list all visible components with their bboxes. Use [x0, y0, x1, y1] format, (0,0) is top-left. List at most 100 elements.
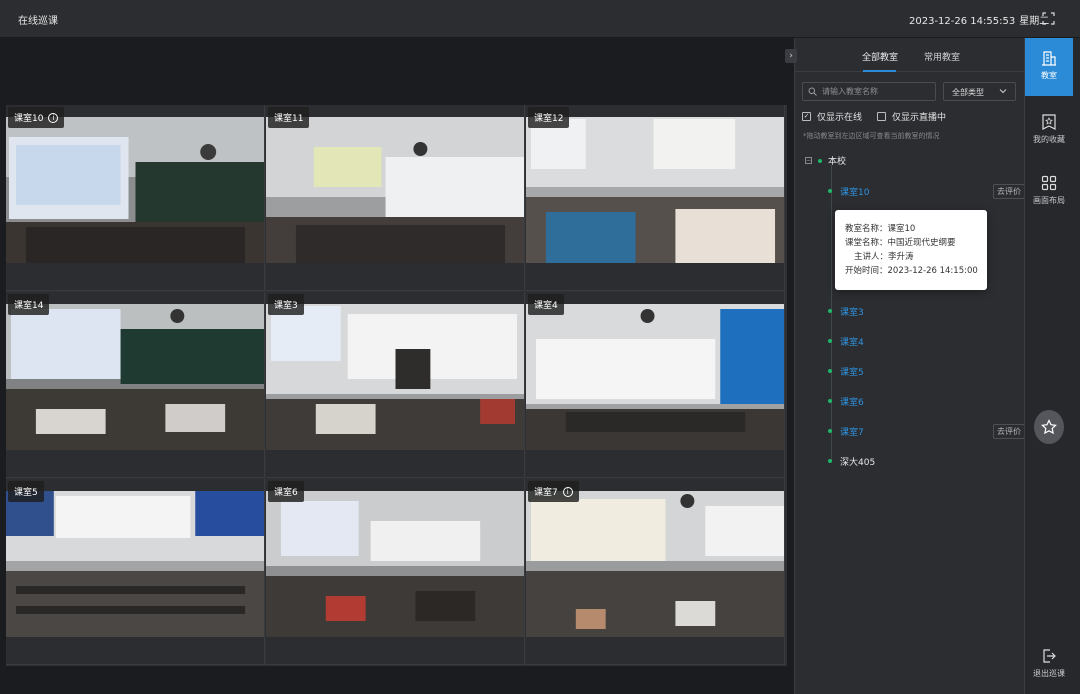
- tooltip-lecturer: 李升涛: [888, 252, 914, 262]
- checkbox-checked-icon[interactable]: ✓: [802, 112, 811, 121]
- video-frame: [6, 491, 264, 637]
- video-tile[interactable]: 课室6: [266, 479, 525, 665]
- video-frame: [526, 491, 784, 637]
- tile-label: 课室6: [268, 481, 304, 502]
- tile-label-text: 课室12: [534, 114, 564, 124]
- tile-label-text: 课室6: [274, 488, 298, 498]
- info-icon[interactable]: i: [48, 112, 59, 123]
- video-frame: [266, 304, 524, 450]
- evaluate-button[interactable]: 去评价: [993, 184, 1025, 199]
- video-tile[interactable]: 课室5: [6, 479, 265, 665]
- tooltip-room-row: 教室名称：课室10: [845, 222, 987, 236]
- tree-item-label: 课室3: [840, 307, 864, 318]
- drag-hint: *拖动教室到左边区域可查看当前教室的情况: [803, 132, 940, 140]
- collapse-panel-button[interactable]: ›: [785, 49, 797, 63]
- tree-item-classroom4[interactable]: 课室4: [828, 334, 864, 348]
- fullscreen-icon[interactable]: [1042, 12, 1055, 25]
- tile-label-text: 课室3: [274, 301, 298, 311]
- tooltip-lecturer-label: 主讲人：: [854, 252, 889, 262]
- rail-classroom[interactable]: 教室: [1025, 38, 1073, 96]
- tile-label-text: 课室14: [14, 301, 44, 311]
- tab-all-classrooms[interactable]: 全部教室: [862, 50, 898, 63]
- video-tile[interactable]: 课室12: [526, 105, 785, 291]
- video-frame: [266, 491, 524, 637]
- rail-layout-label: 画面布局: [1033, 196, 1065, 205]
- video-frame: [526, 304, 784, 450]
- search-icon: [808, 87, 817, 96]
- rail-favorites-label: 我的收藏: [1033, 135, 1065, 144]
- online-dot: [828, 459, 832, 463]
- tree-item-label: 课室6: [840, 397, 864, 408]
- tree-item-classroom3[interactable]: 课室3: [828, 304, 864, 318]
- rail-favorites[interactable]: 我的收藏: [1025, 102, 1073, 160]
- video-frame: [526, 117, 784, 263]
- checkbox-online-label: 仅显示在线: [817, 113, 863, 123]
- online-dot: [828, 399, 832, 403]
- datetime: 2023-12-26 14:55:53: [909, 16, 1016, 27]
- online-dot: [828, 339, 832, 343]
- video-tile[interactable]: 课室3: [266, 292, 525, 478]
- video-tile[interactable]: 课室14: [6, 292, 265, 478]
- tile-label: 课室5: [8, 481, 44, 502]
- tree-item-label: 课室4: [840, 337, 864, 348]
- tooltip-start: 2023-12-26 14:15:00: [887, 266, 978, 276]
- video-tile[interactable]: 课室7 i: [526, 479, 785, 665]
- collapse-icon[interactable]: −: [805, 157, 812, 164]
- tree-item-classroom6[interactable]: 课室6: [828, 394, 864, 408]
- grid-layout-icon: [1041, 175, 1057, 191]
- tile-label: 课室14: [8, 294, 50, 315]
- video-tile[interactable]: 课室11: [266, 105, 525, 291]
- tile-label-text: 课室10: [14, 114, 44, 124]
- evaluate-button[interactable]: 去评价: [993, 424, 1025, 439]
- search-box: [802, 82, 936, 101]
- chevron-down-icon: [999, 89, 1007, 94]
- tile-label-text: 课室7: [534, 488, 558, 498]
- checkbox-live-label: 仅显示直播中: [892, 113, 947, 123]
- video-tile[interactable]: 课室4: [526, 292, 785, 478]
- tooltip-room-label: 教室名称：: [845, 224, 888, 234]
- tree-item-szu405[interactable]: 深大405: [828, 454, 875, 468]
- tile-label: 课室10 i: [8, 107, 65, 128]
- video-tile[interactable]: 课室10 i: [6, 105, 265, 291]
- online-dot: [828, 429, 832, 433]
- classroom-panel: 全部教室 常用教室 全部类型 ✓ 仅显示在线 仅显示直播中 *拖动教室到左边区域…: [794, 38, 1025, 694]
- info-icon[interactable]: i: [562, 486, 573, 497]
- online-dot: [818, 158, 822, 163]
- tree-item-label: 课室10: [840, 187, 870, 198]
- type-select[interactable]: 全部类型: [943, 82, 1016, 101]
- checkbox-unchecked-icon[interactable]: [877, 112, 886, 121]
- online-dot: [828, 369, 832, 373]
- video-area: 课室10 i 课室11 课室12 课室14 课室3 课室4 课室5 课室6 课室…: [0, 38, 794, 694]
- tooltip-lecturer-row: 主讲人：李升涛: [845, 250, 987, 264]
- tab-common-classrooms[interactable]: 常用教室: [924, 50, 960, 63]
- rail-exit[interactable]: 退出巡课: [1025, 636, 1073, 694]
- building-icon: [1042, 51, 1056, 66]
- tree-root[interactable]: − 本校: [805, 154, 846, 167]
- search-input[interactable]: [822, 87, 932, 96]
- online-dot: [828, 309, 832, 313]
- tile-label-text: 课室11: [274, 114, 304, 124]
- top-bar: 在线巡课 2023-12-26 14:55:53 星期二: [0, 0, 1080, 38]
- tooltip-course-label: 课堂名称：: [845, 238, 888, 248]
- logout-icon: [1043, 649, 1056, 663]
- rail-classroom-label: 教室: [1041, 71, 1057, 80]
- tooltip-course: 中国近现代史纲要: [887, 238, 956, 248]
- star-icon: [1041, 419, 1057, 435]
- tree-item-label: 深大405: [840, 457, 876, 468]
- tile-label: 课室4: [528, 294, 564, 315]
- tile-label-text: 课室5: [14, 488, 38, 498]
- checkbox-live-only[interactable]: 仅显示直播中: [877, 110, 946, 123]
- tree-item-classroom10[interactable]: 课室10: [828, 184, 869, 198]
- rail-exit-label: 退出巡课: [1033, 669, 1065, 678]
- favorite-star-button[interactable]: [1034, 410, 1064, 444]
- online-dot: [828, 189, 832, 193]
- app-title: 在线巡课: [18, 16, 58, 27]
- panel-tabs: 全部教室 常用教室: [795, 38, 1025, 72]
- tree-item-classroom5[interactable]: 课室5: [828, 364, 864, 378]
- checkbox-online-only[interactable]: ✓ 仅显示在线: [802, 110, 862, 123]
- tree-item-classroom7[interactable]: 课室7: [828, 424, 864, 438]
- tooltip-room: 课室10: [887, 224, 916, 234]
- type-select-value: 全部类型: [952, 88, 984, 97]
- video-frame: [6, 304, 264, 450]
- rail-layout[interactable]: 画面布局: [1025, 163, 1073, 221]
